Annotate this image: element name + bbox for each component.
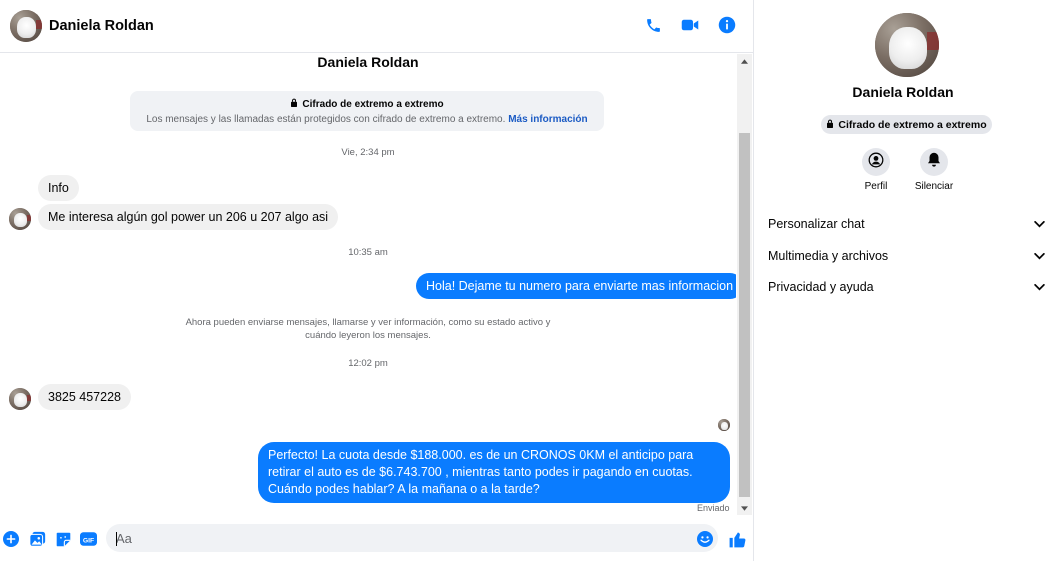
composer: GIF — [0, 516, 753, 561]
gif-label: GIF — [82, 537, 93, 544]
phone-icon[interactable] — [643, 15, 663, 35]
contact-avatar[interactable] — [10, 10, 42, 42]
message-status: Enviado — [697, 503, 730, 513]
seen-indicator-avatar — [718, 419, 730, 431]
section-media-files[interactable]: Multimedia y archivos — [755, 242, 1051, 270]
message-scrollbar[interactable] — [737, 54, 752, 515]
e2e-title: Cifrado de extremo a extremo — [302, 98, 444, 110]
conversation-pane: Daniela Roldan Daniela Roldan Cifrado de… — [0, 0, 754, 561]
more-info-link[interactable]: Más información — [508, 114, 587, 125]
timestamp: 12:02 pm — [348, 358, 388, 369]
panel-contact-name[interactable]: Daniela Roldan — [755, 84, 1051, 100]
chat-header: Daniela Roldan — [0, 0, 753, 53]
sticker-icon[interactable] — [54, 530, 72, 548]
scroll-down-arrow-icon[interactable] — [737, 501, 752, 515]
chevron-down-icon — [1034, 280, 1045, 294]
chevron-down-icon — [1034, 249, 1045, 263]
message-list[interactable]: Daniela Roldan Cifrado de extremo a extr… — [0, 54, 736, 515]
e2e-notice: Cifrado de extremo a extremo Los mensaje… — [130, 91, 604, 131]
profile-label: Perfil — [864, 181, 888, 192]
chevron-down-icon — [1034, 217, 1045, 231]
profile-button[interactable]: Perfil — [846, 148, 906, 192]
photo-icon[interactable] — [28, 530, 46, 548]
outgoing-message[interactable]: Perfecto! La cuota desde $188.000. es de… — [258, 442, 730, 503]
mute-label: Silenciar — [914, 181, 954, 192]
details-panel: Daniela Roldan Cifrado de extremo a extr… — [755, 0, 1051, 561]
system-note: Ahora pueden enviarse mensajes, llamarse… — [185, 317, 551, 341]
outgoing-message[interactable]: Hola! Dejame tu numero para enviarte mas… — [416, 273, 736, 299]
gif-icon[interactable]: GIF — [79, 530, 97, 548]
e2e-badge[interactable]: Cifrado de extremo a extremo — [821, 115, 992, 134]
section-label: Privacidad y ayuda — [768, 280, 874, 294]
info-icon[interactable] — [717, 15, 737, 35]
e2e-badge-label: Cifrado de extremo a extremo — [838, 118, 987, 131]
plus-icon[interactable] — [2, 530, 20, 548]
section-label: Personalizar chat — [768, 217, 865, 231]
bell-icon — [927, 152, 941, 172]
message-input[interactable] — [116, 528, 686, 548]
panel-contact-avatar[interactable] — [875, 13, 939, 77]
section-privacy-support[interactable]: Privacidad y ayuda — [755, 273, 1051, 301]
incoming-message[interactable]: Me interesa algún gol power un 206 u 207… — [38, 204, 339, 230]
conversation-title: Daniela Roldan — [317, 54, 419, 70]
section-label: Multimedia y archivos — [768, 249, 889, 263]
emoji-icon[interactable] — [696, 530, 714, 548]
timestamp: Vie, 2:34 pm — [341, 147, 395, 158]
timestamp: 10:35 am — [348, 247, 388, 258]
video-icon[interactable] — [680, 15, 700, 35]
profile-icon — [868, 152, 884, 173]
scrollbar-thumb[interactable] — [739, 133, 750, 497]
lock-icon — [826, 119, 834, 131]
contact-avatar-small[interactable] — [9, 388, 31, 410]
section-customize-chat[interactable]: Personalizar chat — [755, 210, 1051, 238]
scroll-up-arrow-icon[interactable] — [737, 54, 752, 68]
message-input-box[interactable] — [106, 524, 718, 552]
contact-name[interactable]: Daniela Roldan — [49, 18, 154, 34]
e2e-description: Los mensajes y las llamadas están proteg… — [146, 114, 506, 125]
lock-icon — [290, 98, 298, 110]
incoming-message[interactable]: Info — [38, 175, 79, 201]
incoming-message[interactable]: 3825 457228 — [38, 384, 131, 410]
thumbs-up-icon[interactable] — [727, 529, 747, 549]
text-caret — [116, 532, 117, 546]
mute-button[interactable]: Silenciar — [904, 148, 964, 192]
contact-avatar-small[interactable] — [9, 208, 31, 230]
header-actions — [643, 15, 737, 35]
